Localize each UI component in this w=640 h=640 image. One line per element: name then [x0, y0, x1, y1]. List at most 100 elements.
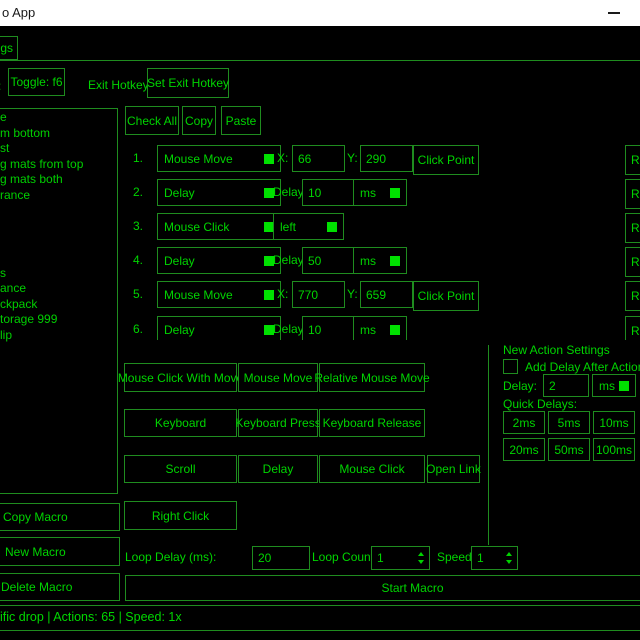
quick-delay-10ms-button[interactable]: 10ms [593, 411, 635, 434]
quick-delay-5ms-button[interactable]: 5ms [548, 411, 590, 434]
add-keyboard-press-button[interactable]: Keyboard Press [238, 409, 318, 437]
loop-delay-input[interactable]: 20 [252, 546, 310, 570]
exit-hotkey-label: Exit Hotkey: [88, 78, 152, 92]
macro-list-item[interactable]: torage 999 [0, 312, 57, 327]
add-delay-after-action-label: Add Delay After Action [525, 360, 640, 374]
nas-delay-unit-dropdown[interactable]: ms [592, 374, 636, 397]
stepper-arrows-icon[interactable] [418, 552, 424, 564]
action-type-value: Mouse Move [164, 152, 233, 166]
action-type-dropdown[interactable]: Delay [157, 316, 281, 340]
add-mouse-move-button[interactable]: Mouse Move [238, 363, 318, 392]
unit-value: ms [360, 323, 376, 337]
macro-list-item[interactable]: st [0, 141, 9, 156]
status-bar-text: ific drop | Actions: 65 | Speed: 1x [0, 610, 182, 624]
macro-listbox[interactable]: e m bottom st g mats from top g mats bot… [0, 108, 118, 494]
macro-list-item[interactable]: rance [0, 188, 30, 203]
window-title: o App [2, 5, 35, 20]
click-point-button[interactable]: Click Point [413, 281, 479, 311]
stepper-arrows-icon[interactable] [506, 552, 512, 564]
stepper-up-icon[interactable] [418, 552, 424, 556]
toggle-hotkey-label: : [0, 79, 1, 93]
delay-input[interactable]: 50 [302, 247, 354, 274]
action-type-value: Mouse Click [164, 220, 229, 234]
action-type-dropdown[interactable]: Delay [157, 179, 281, 206]
row-number: 4. [133, 253, 143, 267]
toggle-hotkey-button[interactable]: Toggle: f6 [8, 68, 65, 96]
delay-unit-dropdown[interactable]: ms [353, 247, 407, 274]
macro-list-item[interactable]: lip [0, 328, 12, 343]
macro-list-item[interactable]: g mats both [0, 172, 63, 187]
delay-unit-dropdown[interactable]: ms [353, 316, 407, 340]
remove-row-button[interactable]: R [625, 145, 640, 175]
action-type-dropdown[interactable]: Delay [157, 247, 281, 274]
speed-stepper[interactable]: 1 [471, 546, 518, 570]
nas-unit-value: ms [599, 379, 615, 393]
macro-list-item[interactable]: ance [0, 281, 26, 296]
stepper-down-icon[interactable] [418, 560, 424, 564]
add-delay-after-action-checkbox[interactable] [503, 359, 518, 374]
add-mouse-click-button[interactable]: Mouse Click [319, 455, 425, 483]
macro-list-item[interactable]: g mats from top [0, 157, 83, 172]
action-type-dropdown[interactable]: Mouse Click [157, 213, 281, 240]
add-scroll-button[interactable]: Scroll [124, 455, 237, 483]
speed-label: Speed: [437, 550, 475, 564]
add-mouse-click-with-move-button[interactable]: Mouse Click With Move [124, 363, 237, 392]
quick-delay-20ms-button[interactable]: 20ms [503, 438, 545, 461]
y-input[interactable]: 659 [360, 281, 413, 308]
add-keyboard-button[interactable]: Keyboard [124, 409, 237, 437]
add-delay-button[interactable]: Delay [238, 455, 318, 483]
macro-list-item[interactable]: m bottom [0, 126, 50, 141]
new-action-settings-title: New Action Settings [503, 343, 610, 357]
y-label: Y: [347, 151, 358, 165]
minimize-button[interactable] [598, 0, 632, 26]
check-all-button[interactable]: Check All [125, 106, 179, 135]
action-rows-panel: Check All Copy Paste 1. Mouse Move X: 66… [125, 104, 640, 340]
stepper-down-icon[interactable] [506, 560, 512, 564]
quick-delay-2ms-button[interactable]: 2ms [503, 411, 545, 434]
quick-delays-label: Quick Delays: [503, 397, 577, 411]
stepper-up-icon[interactable] [506, 552, 512, 556]
macro-list-item[interactable]: ckpack [0, 297, 37, 312]
nas-delay-input[interactable]: 2 [543, 374, 589, 397]
add-open-link-button[interactable]: Open Link [427, 455, 480, 483]
tab-label: gs [0, 41, 13, 55]
remove-row-button[interactable]: R [625, 316, 640, 340]
action-type-dropdown[interactable]: Mouse Move [157, 145, 281, 172]
quick-delay-50ms-button[interactable]: 50ms [548, 438, 590, 461]
y-input[interactable]: 290 [360, 145, 413, 172]
action-type-dropdown[interactable]: Mouse Move [157, 281, 281, 308]
remove-row-button[interactable]: R [625, 213, 640, 243]
set-exit-hotkey-button[interactable]: Set Exit Hotkey [147, 68, 229, 98]
action-type-value: Delay [164, 254, 195, 268]
remove-row-button[interactable]: R [625, 281, 640, 311]
remove-row-button[interactable]: R [625, 179, 640, 209]
add-right-click-button[interactable]: Right Click [124, 501, 237, 530]
add-relative-mouse-move-button[interactable]: Relative Mouse Move [319, 363, 425, 392]
copy-macro-button[interactable]: Copy Macro [0, 503, 120, 531]
row-number: 1. [133, 151, 143, 165]
start-macro-button[interactable]: Start Macro [125, 575, 640, 601]
macro-list-item[interactable]: e [0, 110, 7, 125]
action-row: 3. Mouse Click left R [125, 213, 640, 241]
delay-unit-dropdown[interactable]: ms [353, 179, 407, 206]
statusbar-bottom-divider [0, 630, 640, 631]
loop-count-stepper[interactable]: 1 [371, 546, 430, 570]
tab-settings[interactable]: gs [0, 36, 18, 60]
remove-row-button[interactable]: R [625, 247, 640, 277]
new-macro-button[interactable]: New Macro [0, 537, 120, 566]
macro-list-item[interactable]: s [0, 266, 6, 281]
delete-macro-button[interactable]: Delete Macro [0, 573, 120, 601]
add-keyboard-release-button[interactable]: Keyboard Release [319, 409, 425, 437]
x-label: X: [277, 151, 288, 165]
delay-input[interactable]: 10 [302, 316, 354, 340]
paste-button[interactable]: Paste [221, 106, 261, 135]
quick-delay-100ms-button[interactable]: 100ms [593, 438, 635, 461]
click-point-button[interactable]: Click Point [413, 145, 479, 175]
x-input[interactable]: 66 [292, 145, 345, 172]
delay-input[interactable]: 10 [302, 179, 354, 206]
unit-value: ms [360, 186, 376, 200]
x-input[interactable]: 770 [292, 281, 345, 308]
mouse-button-dropdown[interactable]: left [273, 213, 344, 240]
copy-button[interactable]: Copy [182, 106, 216, 135]
row-number: 2. [133, 185, 143, 199]
